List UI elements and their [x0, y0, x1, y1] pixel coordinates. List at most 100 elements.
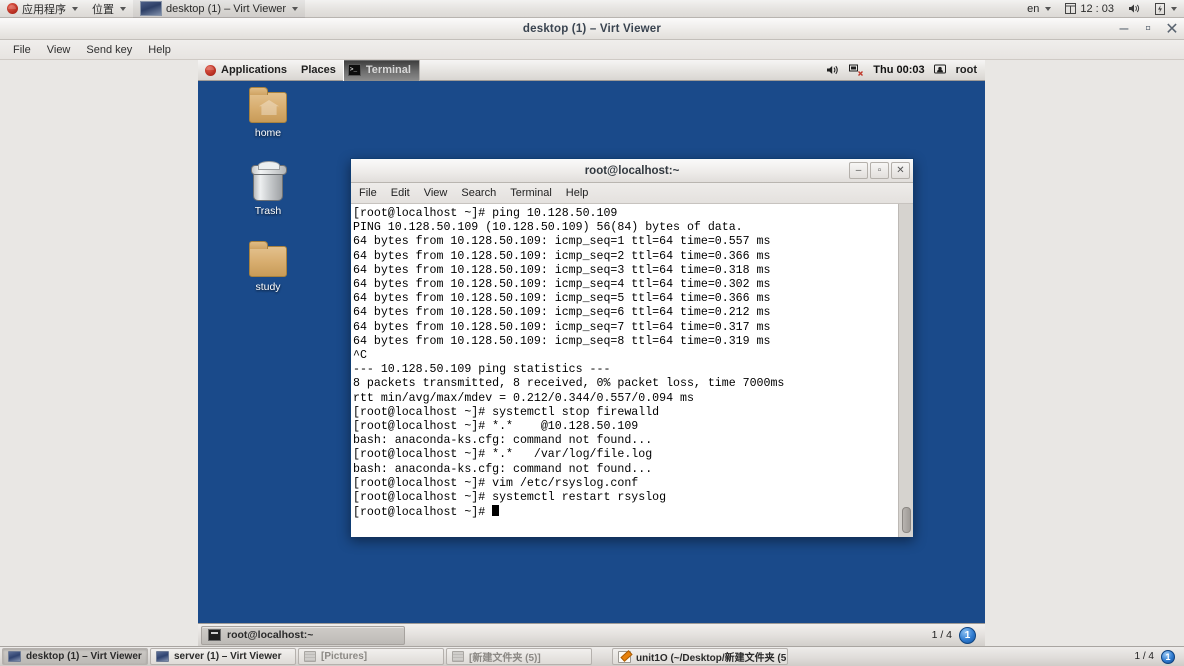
- terminal-line: [root@localhost ~]# *.* @10.128.50.109: [353, 420, 639, 434]
- chevron-down-icon: [120, 6, 126, 11]
- vm-applications-menu[interactable]: Applications: [198, 60, 294, 81]
- folder-study-icon: [249, 241, 287, 277]
- terminal-menubar: File Edit View Search Terminal Help: [351, 183, 913, 204]
- terminal-line: [root@localhost ~]# ping 10.128.50.109: [353, 207, 618, 220]
- host-top-panel: 应用程序 位置 desktop (1) – Virt Viewer en 12 …: [0, 0, 1184, 18]
- virt-viewer-window: desktop (1) – Virt Viewer – ▫ ✕ File Vie…: [0, 18, 1184, 646]
- desktop-icon-label: study: [255, 281, 281, 293]
- battery-indicator[interactable]: [1148, 0, 1184, 18]
- terminal-body[interactable]: [root@localhost ~]# ping 10.128.50.109 PI…: [351, 204, 913, 537]
- terminal-line: 64 bytes from 10.128.50.109: icmp_seq=4 …: [353, 278, 771, 292]
- terminal-line: [root@localhost ~]# systemctl stop firew…: [353, 405, 660, 419]
- taskbar-item-label: desktop (1) – Virt Viewer: [26, 651, 142, 662]
- terminal-line: bash: anaconda-ks.cfg: command not found…: [353, 462, 653, 476]
- monitor-icon: [156, 651, 169, 662]
- desktop-icon-label: home: [254, 127, 282, 139]
- vm-desktop[interactable]: Applications Places >_ Terminal Thu 00:0…: [198, 59, 985, 646]
- maximize-button[interactable]: ▫: [1142, 20, 1154, 37]
- terminal-line: [root@localhost ~]# *.* /var/log/file.lo…: [353, 448, 653, 462]
- desktop-icon-label: Trash: [254, 205, 282, 217]
- terminal-scrollbar[interactable]: [898, 204, 913, 537]
- terminal-window-controls: – ▫ ✕: [849, 162, 910, 179]
- folder-home-icon: [249, 87, 287, 123]
- minimize-button[interactable]: –: [1118, 20, 1130, 37]
- taskbar-item-label: unit1O (~/Desktop/新建文件夹 (5…: [636, 653, 788, 664]
- vm-window-list-label: Terminal: [365, 64, 411, 76]
- taskbar-item-desktop-virt-viewer[interactable]: desktop (1) – Virt Viewer: [2, 648, 148, 665]
- terminal-line: bash: anaconda-ks.cfg: command not found…: [353, 434, 653, 448]
- terminal-titlebar[interactable]: root@localhost:~ – ▫ ✕: [351, 159, 913, 183]
- vm-places-menu[interactable]: Places: [294, 60, 343, 81]
- terminal-output[interactable]: [root@localhost ~]# ping 10.128.50.109 PI…: [351, 204, 898, 537]
- terminal-menu-edit[interactable]: Edit: [391, 186, 419, 200]
- taskbar-item-pictures[interactable]: [Pictures]: [298, 648, 444, 665]
- terminal-window[interactable]: root@localhost:~ – ▫ ✕ File Edit View Se…: [350, 158, 914, 537]
- terminal-line: 8 packets transmitted, 8 received, 0% pa…: [353, 377, 785, 391]
- terminal-menu-search[interactable]: Search: [461, 186, 505, 200]
- chevron-down-icon: [292, 6, 299, 11]
- virt-viewer-titlebar[interactable]: desktop (1) – Virt Viewer – ▫ ✕: [0, 18, 1184, 40]
- notepad-icon: [618, 650, 631, 663]
- menu-file[interactable]: File: [5, 42, 39, 58]
- terminal-line: 64 bytes from 10.128.50.109: icmp_seq=2 …: [353, 249, 771, 263]
- taskbar-item-unit10-editor[interactable]: unit1O (~/Desktop/新建文件夹 (5…: [612, 648, 788, 665]
- vm-tray: Thu 00:03 root: [826, 64, 985, 76]
- host-places-label: 位置: [92, 3, 114, 16]
- terminal-title: root@localhost:~: [584, 164, 680, 177]
- terminal-scrollbar-thumb[interactable]: [902, 507, 911, 533]
- terminal-minimize-button[interactable]: –: [849, 162, 868, 179]
- vm-workspace-current-badge[interactable]: 1: [959, 626, 976, 644]
- terminal-line: rtt min/avg/max/mdev = 0.212/0.344/0.557…: [353, 391, 694, 405]
- close-button[interactable]: ✕: [1165, 21, 1178, 38]
- vm-workspace-indicator: 1 / 4: [931, 629, 952, 641]
- terminal-icon: [208, 629, 221, 641]
- host-places-menu[interactable]: 位置: [85, 0, 133, 18]
- vm-places-label: Places: [301, 64, 336, 76]
- desktop-icon-home[interactable]: home: [228, 87, 308, 141]
- host-workspace-current-badge[interactable]: 1: [1161, 649, 1175, 664]
- terminal-line: [root@localhost ~]# vim /etc/rsyslog.con…: [353, 476, 639, 490]
- menu-send-key[interactable]: Send key: [78, 42, 140, 58]
- host-clock[interactable]: 12 : 03: [1058, 0, 1121, 18]
- redhat-logo-icon: [205, 64, 216, 76]
- host-workspace-indicator: 1 / 4: [1134, 651, 1154, 662]
- volume-indicator[interactable]: [1121, 0, 1148, 18]
- window-icon: [452, 651, 464, 662]
- taskbar-item-label: [Pictures]: [321, 651, 368, 662]
- vm-workspace-switcher[interactable]: 1 / 4 1: [931, 626, 982, 644]
- vm-user-label[interactable]: root: [956, 64, 977, 76]
- terminal-line: 64 bytes from 10.128.50.109: icmp_seq=7 …: [353, 320, 771, 334]
- terminal-menu-view[interactable]: View: [424, 186, 457, 200]
- screen-root: 应用程序 位置 desktop (1) – Virt Viewer en 12 …: [0, 0, 1184, 666]
- terminal-prompt-line: [root@localhost ~]#: [353, 505, 898, 520]
- taskbar-item-new-folder[interactable]: [新建文件夹 (5)]: [446, 648, 592, 665]
- speaker-icon: [1128, 3, 1141, 14]
- terminal-close-button[interactable]: ✕: [891, 162, 910, 179]
- desktop-icon-trash[interactable]: Trash: [228, 161, 308, 219]
- vm-taskbar-item-terminal[interactable]: root@localhost:~: [201, 625, 405, 645]
- vm-window-list-terminal[interactable]: >_ Terminal: [342, 59, 420, 81]
- host-applications-menu[interactable]: 应用程序: [0, 0, 85, 18]
- terminal-menu-terminal[interactable]: Terminal: [510, 186, 561, 200]
- speaker-icon[interactable]: [826, 64, 840, 76]
- desktop-icon-study[interactable]: study: [228, 241, 308, 295]
- menu-view[interactable]: View: [39, 42, 79, 58]
- terminal-menu-file[interactable]: File: [359, 186, 386, 200]
- keyboard-layout-indicator[interactable]: en: [1020, 0, 1058, 18]
- terminal-prompt: [root@localhost ~]#: [353, 506, 493, 520]
- vm-bottom-panel: root@localhost:~ 1 / 4 1: [198, 623, 985, 646]
- terminal-line: [root@localhost ~]# systemctl restart rs…: [353, 491, 667, 505]
- taskbar-item-server-virt-viewer[interactable]: server (1) – Virt Viewer: [150, 648, 296, 665]
- terminal-line: 64 bytes from 10.128.50.109: icmp_seq=8 …: [353, 334, 771, 348]
- menu-help[interactable]: Help: [140, 42, 179, 58]
- network-disconnected-icon[interactable]: [849, 64, 864, 76]
- window-icon: [304, 651, 316, 662]
- terminal-menu-help[interactable]: Help: [566, 186, 598, 200]
- taskbar-item-label: server (1) – Virt Viewer: [174, 651, 282, 662]
- user-icon[interactable]: [933, 64, 947, 76]
- trash-icon: [251, 161, 287, 201]
- host-window-menu[interactable]: desktop (1) – Virt Viewer: [133, 0, 306, 18]
- terminal-maximize-button[interactable]: ▫: [870, 162, 889, 179]
- host-workspace-switcher[interactable]: 1 / 4 1: [1134, 649, 1182, 664]
- vm-clock[interactable]: Thu 00:03: [873, 64, 924, 76]
